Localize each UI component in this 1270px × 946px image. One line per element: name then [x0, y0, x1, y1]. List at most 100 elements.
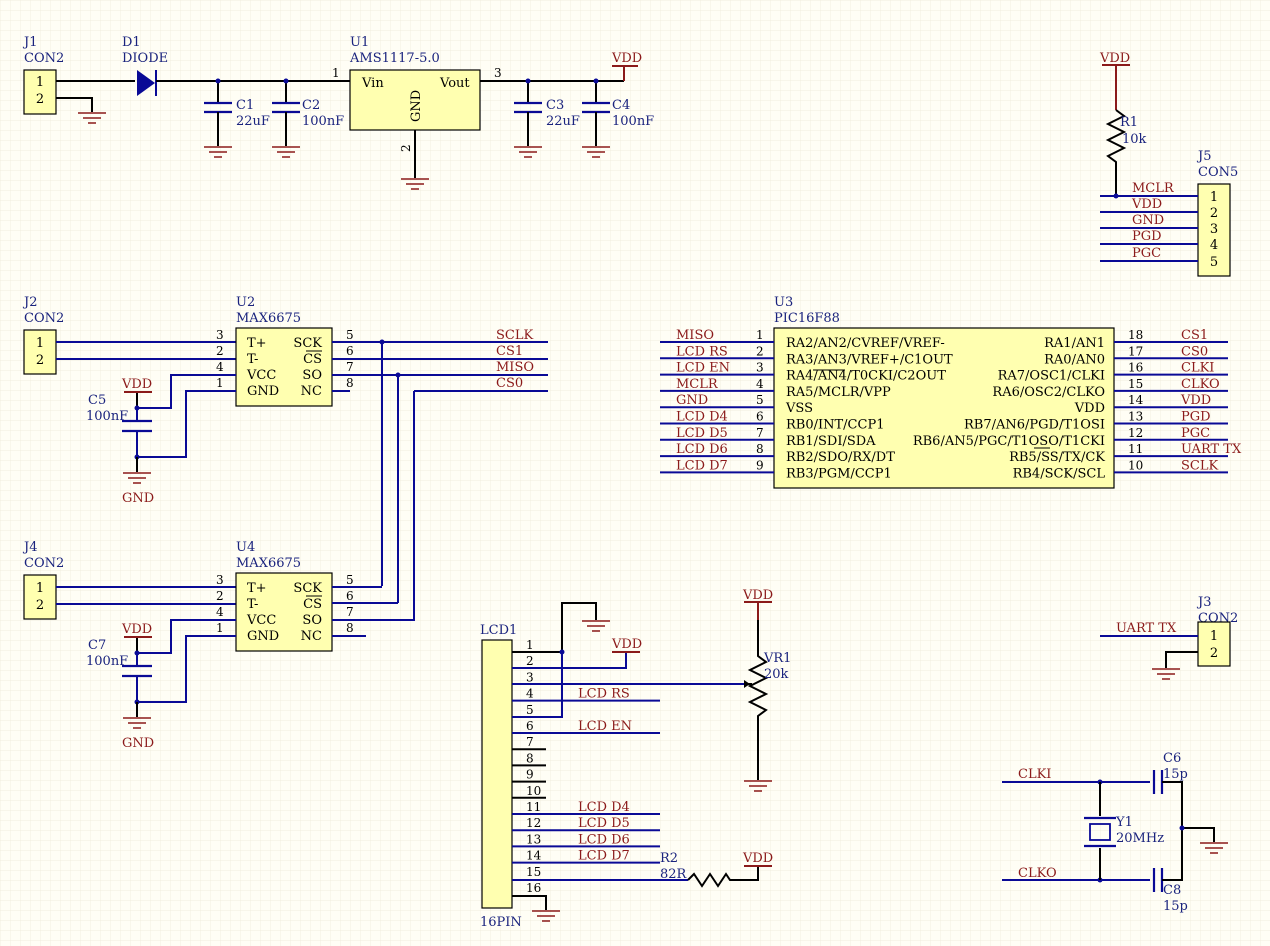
c4-ref: C4: [612, 98, 630, 113]
u4-ref: U4: [236, 540, 255, 555]
lcd-pin-num: 7: [526, 735, 534, 749]
u4-pin-name: CS: [303, 597, 322, 612]
u2-pin-num: 2: [216, 344, 224, 358]
u1-gnd-label: GND: [409, 90, 424, 122]
u2-pin-num: 3: [216, 328, 224, 342]
u4-pin-num: 2: [216, 589, 224, 603]
vdd-label: VDD: [742, 851, 773, 866]
u3-right-pin-num: 17: [1128, 344, 1143, 358]
u3-left-pin-num: 4: [756, 377, 764, 391]
vdd-label: VDD: [1099, 51, 1130, 66]
u1-vin: Vin: [361, 76, 384, 91]
j5-value: CON5: [1198, 165, 1238, 180]
lcd-pin-num: 6: [526, 719, 534, 733]
j5-pin5: 5: [1210, 255, 1218, 270]
c1-value: 22uF: [236, 114, 270, 129]
u3-right-pin-num: 15: [1128, 377, 1143, 391]
u3-left-net: LCD EN: [676, 361, 730, 376]
c5-ref: C5: [88, 393, 106, 408]
schematic-canvas: J1 CON2 1 2 D1 DIODE 1 C1 22uF C2 100nF …: [0, 0, 1270, 946]
xtal-net-clki: CLKI: [1018, 767, 1051, 782]
junction: [134, 405, 140, 411]
u4-pin-num: 3: [216, 573, 224, 587]
j5-net-4: PGD: [1132, 229, 1162, 244]
u3-left-pin-name: VSS: [785, 401, 813, 416]
u3-left-pin-name: RA2/AN2/CVREF/VREF-: [786, 336, 945, 351]
u3-left-pin-name: RB2/SDO/RX/DT: [786, 450, 895, 465]
lcd-net-label: LCD D4: [578, 800, 630, 815]
u3-right-pin-name: RA7/OSC1/CLKI: [998, 369, 1105, 384]
u3-left-net: LCD D7: [676, 458, 728, 473]
junction: [1179, 825, 1185, 831]
u1-ref: U1: [350, 35, 369, 50]
u2-pin-num: 1: [216, 376, 224, 390]
u4-pin-name: T-: [247, 597, 258, 612]
net-label: CS0: [496, 376, 523, 391]
u3-left-pin-name: RB3/PGM/CCP1: [786, 466, 892, 481]
lcd-pin-num: 4: [526, 687, 534, 701]
lcd-net-label: LCD RS: [578, 687, 630, 702]
u3-right-pin-num: 16: [1128, 361, 1143, 375]
u3-left-net: LCD D5: [676, 426, 728, 441]
j5-net-3: GND: [1132, 213, 1164, 228]
u3-right-pin-name: RB7/AN6/PGD/T1OSI: [964, 418, 1105, 433]
u3-right-net: CS0: [1181, 344, 1208, 359]
c6-ref: C6: [1163, 751, 1181, 766]
y1-ref: Y1: [1115, 815, 1133, 830]
u2-pin-name: SCK: [293, 336, 322, 351]
u3-left-net: LCD D4: [676, 410, 728, 425]
c3-ref: C3: [546, 98, 564, 113]
u1-pin3: 3: [494, 66, 502, 80]
u4-pin-name: VCC: [246, 613, 276, 628]
u4-value: MAX6675: [236, 556, 301, 571]
u3-right-pin-name: RA0/AN0: [1044, 352, 1105, 367]
lcd-pin-num: 9: [526, 768, 534, 782]
j3-ref: J3: [1196, 595, 1211, 610]
u3-right-pin-name: VDD: [1074, 401, 1105, 416]
u3-left-net: MCLR: [676, 377, 719, 392]
u2-pin-num: 6: [346, 344, 354, 358]
junction: [559, 649, 565, 655]
u3-right-pin-name: RB5/SS/TX/CK: [1009, 450, 1105, 465]
u2-pin-name: VCC: [246, 368, 276, 383]
u3-right-pin-num: 13: [1128, 410, 1143, 424]
j4-pin1: 1: [36, 581, 44, 596]
u4-pin-num: 4: [216, 605, 224, 619]
vr1-value: 20k: [764, 667, 789, 682]
j5-ref: J5: [1196, 149, 1211, 164]
lcd-pin-num: 15: [526, 865, 541, 879]
j5-net-1: MCLR: [1132, 181, 1175, 196]
vr1-ref: VR1: [763, 651, 791, 666]
u3-right-net: PGC: [1181, 426, 1210, 441]
lcd1-value: 16PIN: [480, 915, 522, 930]
u4-pin-num: 5: [346, 573, 354, 587]
u2-pin-name: SO: [302, 368, 322, 383]
u2-value: MAX6675: [236, 311, 301, 326]
vdd-label: VDD: [611, 51, 642, 66]
j1-ref: J1: [22, 35, 37, 50]
junction: [215, 78, 221, 84]
j5-pin4: 4: [1210, 238, 1218, 253]
u3-right-net: CLKO: [1181, 377, 1220, 392]
lcd-net-label: LCD D5: [578, 816, 630, 831]
lcd-pin-num: 5: [526, 703, 534, 717]
lcd1-body[interactable]: [481, 639, 513, 909]
vdd-label: VDD: [121, 622, 152, 637]
c2-value: 100nF: [302, 114, 344, 129]
j2-pin1: 1: [36, 336, 44, 351]
u3-right-net: PGD: [1181, 410, 1211, 425]
u2-pin-num: 4: [216, 360, 224, 374]
u3-ref: U3: [774, 295, 793, 310]
junction: [395, 372, 401, 378]
u3-right-net: UART TX: [1181, 442, 1242, 457]
u3-left-pin-num: 8: [756, 442, 764, 456]
j5-pin2: 2: [1210, 206, 1218, 221]
j1-pin2: 2: [36, 92, 44, 107]
u2-pin-num: 5: [346, 328, 354, 342]
u3-left-net: MISO: [676, 328, 714, 343]
j1-value: CON2: [24, 51, 64, 66]
junction: [525, 78, 531, 84]
j3-pin1: 1: [1210, 629, 1218, 644]
u3-left-pin-num: 5: [756, 393, 764, 407]
j2-ref: J2: [22, 295, 37, 310]
